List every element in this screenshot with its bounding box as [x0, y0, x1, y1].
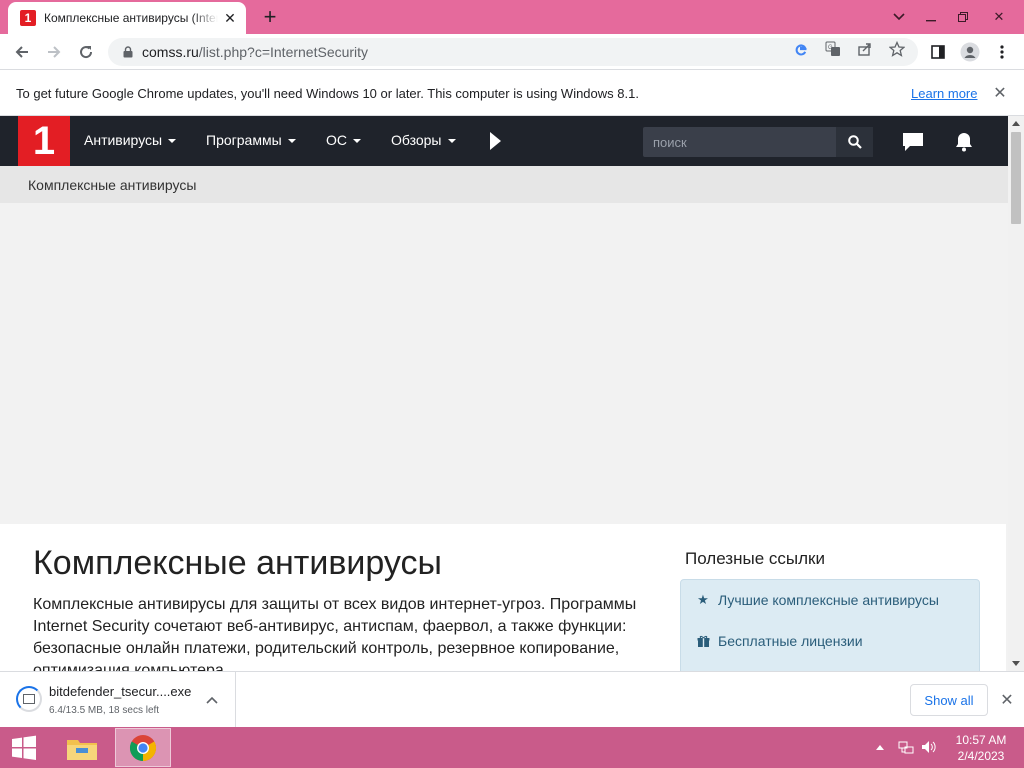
caret-down-icon [287, 139, 296, 144]
scroll-down-arrow-icon[interactable] [1012, 661, 1020, 666]
page-scrollbar[interactable] [1008, 116, 1024, 671]
lock-icon[interactable] [120, 44, 136, 60]
sidebar-link-best[interactable]: ★ Лучшие комплексные антивирусы [696, 592, 939, 608]
chevron-up-icon[interactable] [204, 692, 220, 708]
scroll-up-arrow-icon[interactable] [1012, 121, 1020, 126]
clock-time: 10:57 AM [955, 733, 1007, 747]
chat-icon[interactable] [902, 131, 924, 153]
site-search-button[interactable] [836, 127, 873, 157]
forward-button[interactable] [40, 38, 68, 66]
taskbar-clock[interactable]: 10:57 AM 2/4/2023 [946, 732, 1016, 764]
nav-label: Обзоры [391, 132, 442, 148]
restore-button[interactable] [946, 0, 980, 34]
main-content: Комплексные антивирусы Комплексные антив… [0, 524, 1006, 671]
infobar-message: To get future Google Chrome updates, you… [16, 85, 639, 101]
breadcrumb: Комплексные антивирусы [0, 166, 1008, 203]
caret-down-icon [447, 139, 456, 144]
windows-start-button[interactable] [0, 727, 48, 768]
learn-more-link[interactable]: Learn more [911, 86, 977, 101]
side-panel-icon[interactable] [924, 38, 952, 66]
address-url: comss.ru/list.php?c=InternetSecurity [142, 44, 368, 60]
chrome-taskbar-icon[interactable] [115, 728, 171, 767]
windows-logo-icon [12, 735, 36, 760]
infobar-close-icon[interactable]: ✕ [990, 83, 1010, 103]
gift-icon [696, 635, 710, 648]
download-shelf: bitdefender_tsecur....exe 6.4/13.5 MB, 1… [0, 671, 1024, 727]
window-close-button[interactable]: ✕ [982, 0, 1016, 34]
nav-more-arrow-icon[interactable] [490, 132, 501, 150]
google-lens-icon[interactable] [792, 40, 810, 58]
tab-favicon-icon: 1 [20, 10, 36, 26]
download-progress-icon [16, 686, 42, 712]
tab-title: Комплексные антивирусы (Internet Securit… [44, 11, 218, 25]
caret-down-icon [353, 139, 361, 144]
nav-label: Антивирусы [84, 132, 163, 148]
tab-search-icon[interactable] [882, 0, 916, 34]
tab-close-icon[interactable]: ✕ [222, 10, 238, 26]
profile-avatar-icon[interactable] [956, 38, 984, 66]
ad-placeholder [0, 203, 1008, 524]
show-all-button[interactable]: Show all [910, 684, 988, 716]
browser-tab[interactable]: 1 Комплексные антивирусы (Internet Secur… [8, 2, 246, 34]
url-host: comss.ru [142, 44, 199, 60]
sidebar-link-free-licenses[interactable]: Бесплатные лицензии [696, 633, 863, 649]
sidebar-links-box: ★ Лучшие комплексные антивирусы Бесплатн… [680, 579, 980, 671]
site-search-input[interactable]: поиск [643, 127, 836, 157]
tray-overflow-icon[interactable] [876, 741, 884, 753]
url-path: /list.php?c=InternetSecurity [198, 44, 369, 60]
sidebar-title: Полезные ссылки [685, 549, 825, 568]
page-viewport: 1 Антивирусы Программы ОС Обзоры поиск К… [0, 116, 1008, 671]
network-icon[interactable] [898, 739, 914, 758]
page-lead-text: Комплексные антивирусы для защиты от все… [33, 596, 637, 671]
nav-label: Программы [206, 132, 282, 148]
search-icon [847, 135, 862, 149]
download-item[interactable]: bitdefender_tsecur....exe 6.4/13.5 MB, 1… [0, 672, 236, 727]
download-status: 6.4/13.5 MB, 18 secs left [49, 705, 160, 716]
clock-date: 2/4/2023 [957, 749, 1005, 763]
share-icon[interactable] [856, 40, 874, 58]
svg-text:G: G [828, 45, 833, 51]
site-logo[interactable]: 1 [18, 116, 70, 166]
download-file-name: bitdefender_tsecur....exe [49, 684, 192, 699]
scrollbar-thumb[interactable] [1011, 132, 1021, 224]
nav-item-reviews[interactable]: Обзоры [391, 132, 456, 148]
windows-taskbar: 10:57 AM 2/4/2023 [0, 727, 1024, 768]
volume-icon[interactable] [921, 739, 937, 758]
browser-toolbar: comss.ru/list.php?c=InternetSecurity G [0, 34, 1024, 70]
minimize-button[interactable] [914, 0, 948, 34]
sidebar-link-label: Лучшие комплексные антивирусы [718, 592, 939, 608]
caret-down-icon [168, 139, 177, 144]
translate-icon[interactable]: G [824, 40, 842, 58]
chrome-menu-icon[interactable] [988, 38, 1016, 66]
tab-strip: 1 Комплексные антивирусы (Internet Secur… [0, 0, 1024, 34]
page-title: Комплексные антивирусы [33, 544, 442, 582]
back-button[interactable] [8, 38, 36, 66]
nav-item-os[interactable]: ОС [326, 132, 361, 148]
sidebar-link-label: Бесплатные лицензии [718, 633, 863, 649]
site-navbar: 1 Антивирусы Программы ОС Обзоры поиск [0, 116, 1008, 166]
nav-item-programs[interactable]: Программы [206, 132, 296, 148]
bell-icon[interactable] [953, 131, 975, 153]
bookmark-star-icon[interactable] [888, 40, 906, 58]
nav-label: ОС [326, 132, 347, 148]
update-infobar: To get future Google Chrome updates, you… [0, 71, 1024, 116]
file-explorer-taskbar-icon[interactable] [54, 728, 110, 767]
star-icon: ★ [697, 592, 709, 607]
new-tab-button[interactable]: + [258, 6, 282, 28]
reload-button[interactable] [72, 38, 100, 66]
shelf-close-icon[interactable]: ✕ [997, 690, 1017, 710]
nav-item-antivirus[interactable]: Антивирусы [84, 132, 177, 148]
